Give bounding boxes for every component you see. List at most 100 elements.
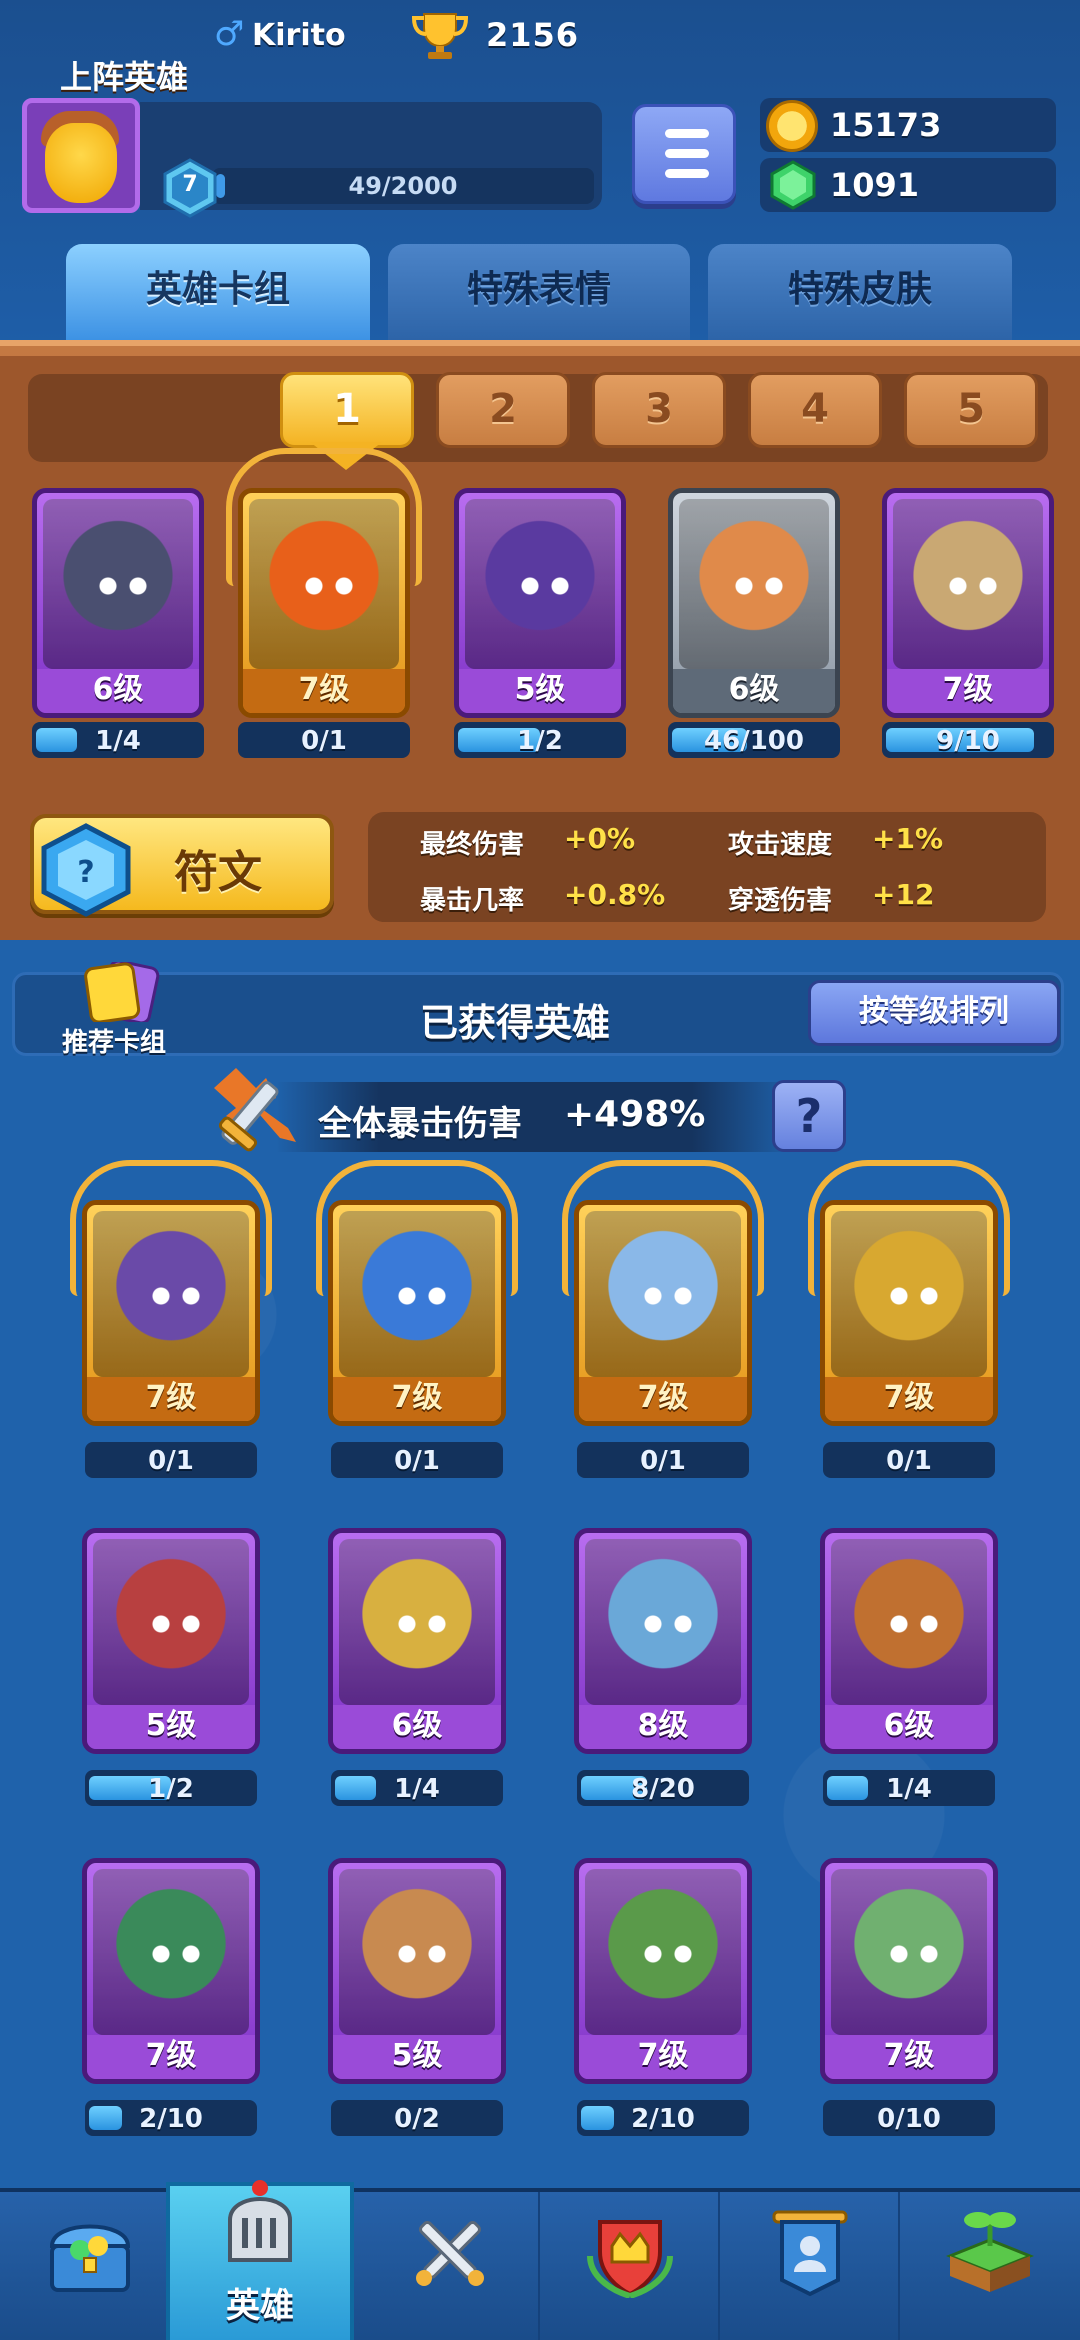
gem-amount: 1091	[830, 166, 920, 204]
player-level-badge: 7	[160, 158, 220, 218]
nav-island[interactable]	[900, 2192, 1080, 2340]
nav-battle[interactable]	[360, 2192, 540, 2340]
hero-card-progress: 0/1	[238, 722, 410, 758]
legendary-frame-wings	[226, 448, 422, 586]
hero-card-progress-text: 0/1	[394, 1446, 440, 1476]
hero-card-progress-text: 0/1	[148, 1446, 194, 1476]
rune-crystal-icon: ?	[41, 823, 131, 917]
hero-level: 6级	[333, 1705, 501, 1749]
hero-card[interactable]: 8级	[574, 1528, 752, 1754]
hero-card[interactable]: 7级	[574, 1858, 752, 2084]
obtained-heroes-title: 已获得英雄	[420, 1001, 611, 1045]
hero-card[interactable]: 5级	[454, 488, 626, 718]
tab-special-skins[interactable]: 特殊皮肤	[708, 244, 1012, 340]
stat-pierce-damage-value: +12	[872, 878, 935, 911]
trophy-icon	[411, 13, 469, 59]
hero-card-progress: 46/100	[668, 722, 840, 758]
hero-card-progress-text: 0/2	[394, 2104, 440, 2134]
nav-guild[interactable]	[720, 2192, 900, 2340]
lineup-slot-2[interactable]: 2	[436, 372, 570, 448]
hero-level: 6级	[37, 669, 199, 713]
crown-shield-icon	[587, 2220, 673, 2298]
recommend-deck-icon[interactable]	[76, 962, 176, 1022]
hero-level: 6级	[825, 1705, 993, 1749]
stat-pierce-damage-label: 穿透伤害	[728, 886, 833, 916]
lineup-slot-1[interactable]: 1	[280, 372, 414, 448]
hero-card-progress-text: 8/20	[631, 1774, 695, 1804]
hero-card[interactable]: 6级	[668, 488, 840, 718]
nav-heroes-label: 英雄	[226, 2286, 294, 2326]
gold-amount: 15173	[830, 106, 942, 144]
hero-card[interactable]: 6级	[32, 488, 204, 718]
hero-level: 7级	[579, 2035, 747, 2079]
stat-crit-rate-value: +0.8%	[564, 878, 666, 911]
hero-level: 7级	[87, 1377, 255, 1421]
hero-level: 7级	[825, 2035, 993, 2079]
hero-card-progress: 1/2	[454, 722, 626, 758]
hero-card-progress: 1/4	[823, 1770, 995, 1806]
player-name: Kirito	[252, 18, 346, 53]
hero-card-progress: 0/1	[85, 1442, 257, 1478]
rune-button[interactable]: ? 符文	[30, 814, 334, 917]
recommend-deck-label[interactable]: 推荐卡组	[62, 1022, 166, 1059]
lineup-slot-4[interactable]: 4	[748, 372, 882, 448]
hero-card[interactable]: 6级	[820, 1528, 998, 1754]
hero-level: 6级	[673, 669, 835, 713]
sword-icon	[214, 1068, 296, 1152]
hero-card-progress: 9/10	[882, 722, 1054, 758]
help-button[interactable]: ?	[772, 1080, 846, 1152]
hero-card-progress-text: 1/2	[148, 1774, 194, 1804]
hero-card[interactable]: 6级	[328, 1528, 506, 1754]
lineup-slot-5[interactable]: 5	[904, 372, 1038, 448]
sort-by-level-button[interactable]: 按等级排列	[808, 980, 1060, 1046]
legendary-frame-wings	[70, 1160, 272, 1296]
hero-card-progress: 0/2	[331, 2100, 503, 2136]
player-level: 7	[182, 172, 198, 197]
trophy-count: 2156	[486, 16, 580, 54]
hero-level: 5级	[459, 669, 621, 713]
nav-ranking[interactable]	[540, 2192, 720, 2340]
hero-level: 7级	[333, 1377, 501, 1421]
green-gem-icon	[770, 160, 816, 210]
rune-label: 符文	[174, 847, 262, 898]
hero-card[interactable]: 5级	[328, 1858, 506, 2084]
legendary-frame-wings	[562, 1160, 764, 1296]
menu-button[interactable]	[632, 104, 736, 204]
gem-counter[interactable]: 1091	[760, 158, 1056, 212]
stat-final-damage-value: +0%	[564, 822, 635, 855]
crit-damage-label: 全体暴击伤害	[318, 1104, 522, 1144]
hero-card-progress-text: 2/10	[139, 2104, 203, 2134]
legendary-frame-wings	[808, 1160, 1010, 1296]
hero-card[interactable]: 7级	[820, 1858, 998, 2084]
hero-card-progress-text: 0/1	[886, 1446, 932, 1476]
hero-level: 7级	[243, 669, 405, 713]
hero-card[interactable]: 5级	[82, 1528, 260, 1754]
xp-bar: 49/2000	[212, 168, 594, 204]
bottom-navigation: 英雄	[0, 2180, 1080, 2340]
tab-hero-deck[interactable]: 英雄卡组	[66, 244, 370, 340]
hero-card-progress-text: 1/4	[886, 1774, 932, 1804]
hero-card-progress: 8/20	[577, 1770, 749, 1806]
hero-card-progress: 1/2	[85, 1770, 257, 1806]
lineup-label: 上阵英雄	[60, 58, 189, 96]
tab-special-emotes[interactable]: 特殊表情	[388, 244, 690, 340]
hero-card[interactable]: 7级	[82, 1858, 260, 2084]
stat-final-damage-label: 最终伤害	[420, 830, 525, 860]
nav-shop[interactable]	[0, 2192, 180, 2340]
gold-counter[interactable]: 15173	[760, 98, 1056, 152]
hero-card-progress-text: 0/10	[877, 2104, 941, 2134]
hero-level: 5级	[333, 2035, 501, 2079]
lineup-slot-3[interactable]: 3	[592, 372, 726, 448]
nav-heroes[interactable]: 英雄	[166, 2180, 354, 2340]
hero-card-progress-text: 0/1	[301, 726, 347, 756]
stat-attack-speed-value: +1%	[872, 822, 943, 855]
avatar[interactable]	[22, 98, 140, 213]
gold-coin-icon	[766, 100, 818, 152]
hero-card-progress-text: 1/2	[517, 726, 563, 756]
knight-helmet-icon	[228, 2180, 292, 2262]
hero-card-progress-text: 1/4	[95, 726, 141, 756]
hero-card[interactable]: 7级	[882, 488, 1054, 718]
stat-crit-rate-label: 暴击几率	[420, 886, 525, 916]
hero-card-progress: 2/10	[577, 2100, 749, 2136]
hero-card-progress-text: 0/1	[640, 1446, 686, 1476]
